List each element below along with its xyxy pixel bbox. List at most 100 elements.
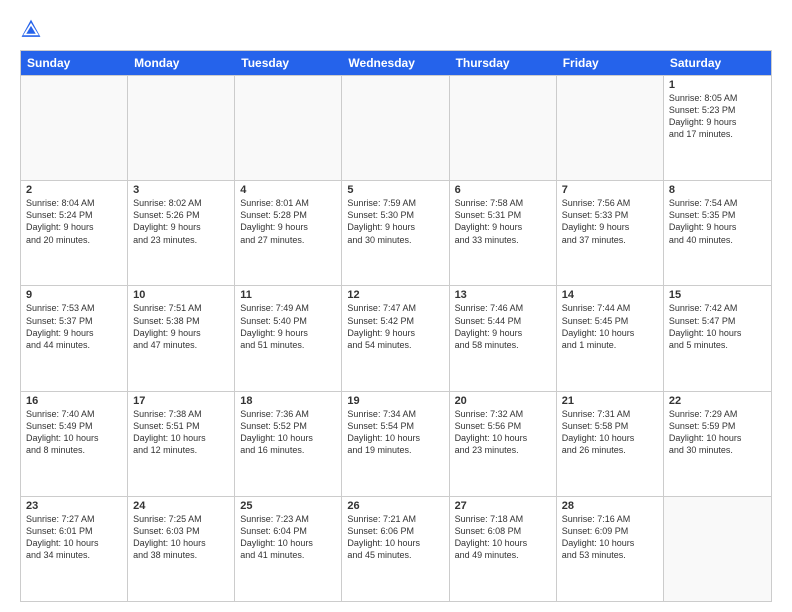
day-detail: Sunrise: 7:59 AM Sunset: 5:30 PM Dayligh…	[347, 197, 443, 246]
cal-cell-10: 10Sunrise: 7:51 AM Sunset: 5:38 PM Dayli…	[128, 286, 235, 390]
day-detail: Sunrise: 7:49 AM Sunset: 5:40 PM Dayligh…	[240, 302, 336, 351]
logo	[20, 18, 46, 40]
cal-cell-16: 16Sunrise: 7:40 AM Sunset: 5:49 PM Dayli…	[21, 392, 128, 496]
day-detail: Sunrise: 7:40 AM Sunset: 5:49 PM Dayligh…	[26, 408, 122, 457]
day-number: 25	[240, 500, 336, 512]
cal-cell-empty-0-2	[235, 76, 342, 180]
day-detail: Sunrise: 7:36 AM Sunset: 5:52 PM Dayligh…	[240, 408, 336, 457]
day-detail: Sunrise: 7:18 AM Sunset: 6:08 PM Dayligh…	[455, 513, 551, 562]
day-detail: Sunrise: 7:29 AM Sunset: 5:59 PM Dayligh…	[669, 408, 766, 457]
cal-cell-6: 6Sunrise: 7:58 AM Sunset: 5:31 PM Daylig…	[450, 181, 557, 285]
week-row-1: 1Sunrise: 8:05 AM Sunset: 5:23 PM Daylig…	[21, 75, 771, 180]
day-number: 12	[347, 289, 443, 301]
day-detail: Sunrise: 7:16 AM Sunset: 6:09 PM Dayligh…	[562, 513, 658, 562]
day-number: 20	[455, 395, 551, 407]
cal-cell-28: 28Sunrise: 7:16 AM Sunset: 6:09 PM Dayli…	[557, 497, 664, 601]
day-number: 10	[133, 289, 229, 301]
cal-cell-11: 11Sunrise: 7:49 AM Sunset: 5:40 PM Dayli…	[235, 286, 342, 390]
day-detail: Sunrise: 7:25 AM Sunset: 6:03 PM Dayligh…	[133, 513, 229, 562]
day-number: 1	[669, 79, 766, 91]
day-number: 2	[26, 184, 122, 196]
day-number: 18	[240, 395, 336, 407]
cal-cell-14: 14Sunrise: 7:44 AM Sunset: 5:45 PM Dayli…	[557, 286, 664, 390]
header-day-friday: Friday	[557, 51, 664, 75]
cal-cell-13: 13Sunrise: 7:46 AM Sunset: 5:44 PM Dayli…	[450, 286, 557, 390]
cal-cell-17: 17Sunrise: 7:38 AM Sunset: 5:51 PM Dayli…	[128, 392, 235, 496]
day-number: 11	[240, 289, 336, 301]
day-number: 24	[133, 500, 229, 512]
day-number: 8	[669, 184, 766, 196]
cal-cell-5: 5Sunrise: 7:59 AM Sunset: 5:30 PM Daylig…	[342, 181, 449, 285]
cal-cell-22: 22Sunrise: 7:29 AM Sunset: 5:59 PM Dayli…	[664, 392, 771, 496]
header-day-thursday: Thursday	[450, 51, 557, 75]
day-detail: Sunrise: 8:02 AM Sunset: 5:26 PM Dayligh…	[133, 197, 229, 246]
day-detail: Sunrise: 7:51 AM Sunset: 5:38 PM Dayligh…	[133, 302, 229, 351]
day-detail: Sunrise: 7:47 AM Sunset: 5:42 PM Dayligh…	[347, 302, 443, 351]
day-number: 19	[347, 395, 443, 407]
header-day-monday: Monday	[128, 51, 235, 75]
day-detail: Sunrise: 7:54 AM Sunset: 5:35 PM Dayligh…	[669, 197, 766, 246]
cal-cell-empty-0-3	[342, 76, 449, 180]
day-detail: Sunrise: 7:31 AM Sunset: 5:58 PM Dayligh…	[562, 408, 658, 457]
day-number: 28	[562, 500, 658, 512]
cal-cell-19: 19Sunrise: 7:34 AM Sunset: 5:54 PM Dayli…	[342, 392, 449, 496]
day-detail: Sunrise: 7:38 AM Sunset: 5:51 PM Dayligh…	[133, 408, 229, 457]
week-row-5: 23Sunrise: 7:27 AM Sunset: 6:01 PM Dayli…	[21, 496, 771, 601]
day-detail: Sunrise: 7:21 AM Sunset: 6:06 PM Dayligh…	[347, 513, 443, 562]
cal-cell-3: 3Sunrise: 8:02 AM Sunset: 5:26 PM Daylig…	[128, 181, 235, 285]
cal-cell-empty-0-0	[21, 76, 128, 180]
header	[20, 18, 772, 40]
cal-cell-empty-0-1	[128, 76, 235, 180]
day-detail: Sunrise: 7:44 AM Sunset: 5:45 PM Dayligh…	[562, 302, 658, 351]
day-number: 13	[455, 289, 551, 301]
day-number: 26	[347, 500, 443, 512]
cal-cell-7: 7Sunrise: 7:56 AM Sunset: 5:33 PM Daylig…	[557, 181, 664, 285]
cal-cell-empty-0-5	[557, 76, 664, 180]
header-day-wednesday: Wednesday	[342, 51, 449, 75]
page: SundayMondayTuesdayWednesdayThursdayFrid…	[0, 0, 792, 612]
cal-cell-9: 9Sunrise: 7:53 AM Sunset: 5:37 PM Daylig…	[21, 286, 128, 390]
cal-cell-8: 8Sunrise: 7:54 AM Sunset: 5:35 PM Daylig…	[664, 181, 771, 285]
cal-cell-23: 23Sunrise: 7:27 AM Sunset: 6:01 PM Dayli…	[21, 497, 128, 601]
week-row-4: 16Sunrise: 7:40 AM Sunset: 5:49 PM Dayli…	[21, 391, 771, 496]
cal-cell-21: 21Sunrise: 7:31 AM Sunset: 5:58 PM Dayli…	[557, 392, 664, 496]
cal-cell-12: 12Sunrise: 7:47 AM Sunset: 5:42 PM Dayli…	[342, 286, 449, 390]
header-day-saturday: Saturday	[664, 51, 771, 75]
calendar-header: SundayMondayTuesdayWednesdayThursdayFrid…	[21, 51, 771, 75]
day-number: 16	[26, 395, 122, 407]
cal-cell-15: 15Sunrise: 7:42 AM Sunset: 5:47 PM Dayli…	[664, 286, 771, 390]
cal-cell-26: 26Sunrise: 7:21 AM Sunset: 6:06 PM Dayli…	[342, 497, 449, 601]
day-number: 17	[133, 395, 229, 407]
day-detail: Sunrise: 7:42 AM Sunset: 5:47 PM Dayligh…	[669, 302, 766, 351]
day-detail: Sunrise: 7:56 AM Sunset: 5:33 PM Dayligh…	[562, 197, 658, 246]
week-row-2: 2Sunrise: 8:04 AM Sunset: 5:24 PM Daylig…	[21, 180, 771, 285]
generalblue-icon	[20, 18, 42, 40]
day-number: 6	[455, 184, 551, 196]
day-number: 3	[133, 184, 229, 196]
cal-cell-empty-4-6	[664, 497, 771, 601]
calendar: SundayMondayTuesdayWednesdayThursdayFrid…	[20, 50, 772, 602]
cal-cell-24: 24Sunrise: 7:25 AM Sunset: 6:03 PM Dayli…	[128, 497, 235, 601]
day-number: 14	[562, 289, 658, 301]
calendar-body: 1Sunrise: 8:05 AM Sunset: 5:23 PM Daylig…	[21, 75, 771, 601]
day-number: 15	[669, 289, 766, 301]
cal-cell-4: 4Sunrise: 8:01 AM Sunset: 5:28 PM Daylig…	[235, 181, 342, 285]
day-number: 27	[455, 500, 551, 512]
day-detail: Sunrise: 7:27 AM Sunset: 6:01 PM Dayligh…	[26, 513, 122, 562]
day-detail: Sunrise: 8:05 AM Sunset: 5:23 PM Dayligh…	[669, 92, 766, 141]
day-number: 4	[240, 184, 336, 196]
cal-cell-25: 25Sunrise: 7:23 AM Sunset: 6:04 PM Dayli…	[235, 497, 342, 601]
cal-cell-18: 18Sunrise: 7:36 AM Sunset: 5:52 PM Dayli…	[235, 392, 342, 496]
day-detail: Sunrise: 8:04 AM Sunset: 5:24 PM Dayligh…	[26, 197, 122, 246]
day-detail: Sunrise: 7:46 AM Sunset: 5:44 PM Dayligh…	[455, 302, 551, 351]
header-day-sunday: Sunday	[21, 51, 128, 75]
cal-cell-27: 27Sunrise: 7:18 AM Sunset: 6:08 PM Dayli…	[450, 497, 557, 601]
day-number: 23	[26, 500, 122, 512]
day-number: 22	[669, 395, 766, 407]
day-detail: Sunrise: 7:32 AM Sunset: 5:56 PM Dayligh…	[455, 408, 551, 457]
day-detail: Sunrise: 8:01 AM Sunset: 5:28 PM Dayligh…	[240, 197, 336, 246]
day-number: 7	[562, 184, 658, 196]
header-day-tuesday: Tuesday	[235, 51, 342, 75]
day-detail: Sunrise: 7:53 AM Sunset: 5:37 PM Dayligh…	[26, 302, 122, 351]
cal-cell-20: 20Sunrise: 7:32 AM Sunset: 5:56 PM Dayli…	[450, 392, 557, 496]
